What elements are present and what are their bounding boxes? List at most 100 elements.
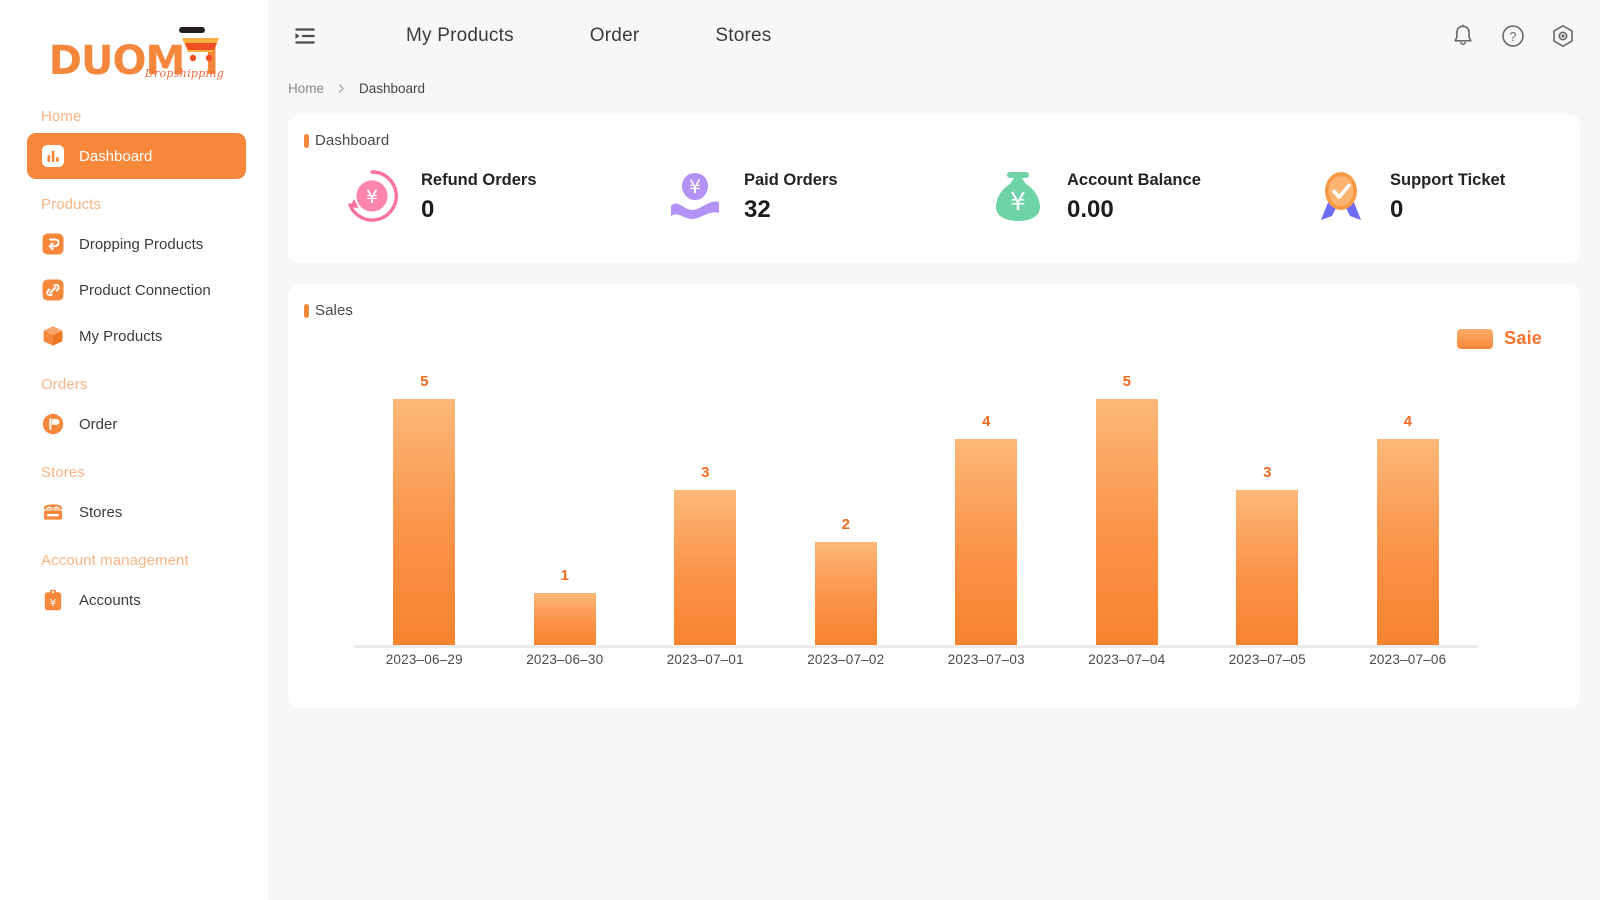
bar-slot[interactable]: 5 [1057, 373, 1198, 645]
stat-value: 0 [421, 198, 537, 222]
card-title-text: Dashboard [315, 132, 389, 149]
card-title-text: Sales [315, 302, 353, 319]
top-bar-icons: ? [1450, 23, 1576, 49]
stat-paid-orders[interactable]: ¥ Paid Orders 32 [611, 166, 934, 226]
bar[interactable] [534, 593, 596, 645]
shopping-cart-icon [177, 25, 223, 65]
x-axis-line [354, 645, 1478, 648]
sidebar-item-accounts[interactable]: ¥ Accounts [27, 577, 246, 623]
flag-circle-icon [41, 412, 65, 436]
bar[interactable] [674, 490, 736, 645]
award-check-icon [1311, 166, 1371, 226]
sidebar-item-product-connection[interactable]: Product Connection [27, 267, 246, 313]
stat-label: Paid Orders [744, 171, 838, 190]
bar[interactable] [393, 399, 455, 645]
hand-yen-coin-icon: ¥ [665, 166, 725, 226]
bar-value-label: 3 [1263, 464, 1271, 481]
dropship-arrow-icon [41, 232, 65, 256]
bar-chart-icon [41, 144, 65, 168]
sidebar-item-label: Order [79, 417, 117, 432]
bar-slot[interactable]: 2 [776, 373, 917, 645]
bar-chart-plot: 51324534 2023–06–292023–06–302023–07–012… [354, 344, 1478, 674]
bar-slot[interactable]: 3 [1197, 373, 1338, 645]
x-axis-label: 2023–07–04 [1057, 652, 1198, 674]
sidebar-item-order[interactable]: Order [27, 401, 246, 447]
bar-slot[interactable]: 3 [635, 373, 776, 645]
stat-value: 0 [1390, 198, 1505, 222]
sidebar-section-orders: Orders [0, 376, 268, 393]
bar-slot[interactable]: 5 [354, 373, 495, 645]
bar-value-label: 4 [982, 413, 990, 430]
bell-icon[interactable] [1450, 23, 1476, 49]
x-axis-label: 2023–07–01 [635, 652, 776, 674]
top-nav-item-my-products[interactable]: My Products [368, 25, 552, 47]
stat-label: Account Balance [1067, 171, 1201, 190]
brand-logo[interactable]: DUOM I Dropshipping [0, 14, 268, 92]
stat-refund-orders[interactable]: ¥ Refund Orders 0 [288, 166, 611, 226]
stat-account-balance[interactable]: ¥ Account Balance 0.00 [934, 166, 1257, 226]
x-axis-labels: 2023–06–292023–06–302023–07–012023–07–02… [354, 652, 1478, 674]
card-title: Sales [288, 284, 1580, 319]
top-nav: My Products Order Stores [368, 25, 810, 47]
bar[interactable] [955, 439, 1017, 645]
main-area: My Products Order Stores ? [268, 0, 1600, 900]
x-axis-label: 2023–07–06 [1338, 652, 1479, 674]
chain-link-icon [41, 278, 65, 302]
sidebar-item-dashboard[interactable]: Dashboard [27, 133, 246, 179]
bar[interactable] [1377, 439, 1439, 645]
sidebar-item-dropping-products[interactable]: Dropping Products [27, 221, 246, 267]
svg-text:¥: ¥ [689, 176, 701, 198]
breadcrumb-home[interactable]: Home [288, 81, 324, 96]
x-axis-label: 2023–06–30 [495, 652, 636, 674]
sidebar-nav: Home Dashboard Products [0, 92, 268, 623]
bar-value-label: 5 [1123, 373, 1131, 390]
stat-label: Support Ticket [1390, 171, 1505, 190]
bar[interactable] [815, 542, 877, 645]
bar-slot[interactable]: 4 [916, 373, 1057, 645]
dashboard-stats-card: Dashboard ¥ Refund [288, 114, 1580, 263]
card-title: Dashboard [288, 114, 1580, 149]
sidebar: DUOM I Dropshipping Home [0, 0, 268, 900]
sidebar-item-label: Dropping Products [79, 237, 203, 252]
bar[interactable] [1096, 399, 1158, 645]
breadcrumb-current: Dashboard [359, 81, 425, 96]
sidebar-item-label: Accounts [79, 593, 141, 608]
breadcrumb: Home Dashboard [268, 72, 1600, 104]
stat-value: 0.00 [1067, 198, 1201, 222]
chevron-right-icon [335, 82, 348, 95]
stat-text: Refund Orders 0 [421, 171, 537, 222]
sidebar-section-home: Home [0, 108, 268, 125]
stats-row: ¥ Refund Orders 0 ¥ [288, 149, 1580, 226]
logo-tagline: Dropshipping [145, 67, 224, 80]
bar-value-label: 3 [701, 464, 709, 481]
title-accent-bar [304, 134, 309, 148]
svg-text:¥: ¥ [366, 186, 378, 208]
help-circle-icon[interactable]: ? [1500, 23, 1526, 49]
sidebar-section-account-management: Account management [0, 552, 268, 569]
top-bar: My Products Order Stores ? [268, 0, 1600, 72]
bar-series: 5 1 3 2 4 5 3 4 [354, 373, 1478, 645]
sidebar-item-label: Dashboard [79, 149, 152, 164]
sales-chart-card: Sales Saie 5 1 3 2 4 5 3 4 2023–06–292023–06–30… [288, 284, 1580, 708]
bar-value-label: 1 [561, 567, 569, 584]
stat-text: Paid Orders 32 [744, 171, 838, 222]
sidebar-item-my-products[interactable]: My Products [27, 313, 246, 359]
bar-slot[interactable]: 1 [495, 373, 636, 645]
bar-value-label: 5 [420, 373, 428, 390]
bar[interactable] [1236, 490, 1298, 645]
top-nav-item-order[interactable]: Order [552, 25, 678, 47]
x-axis-label: 2023–06–29 [354, 652, 495, 674]
bar-slot[interactable]: 4 [1338, 373, 1479, 645]
sidebar-section-stores: Stores [0, 464, 268, 481]
collapse-sidebar-icon[interactable] [288, 19, 322, 53]
svg-text:¥: ¥ [1010, 187, 1026, 216]
x-axis-label: 2023–07–03 [916, 652, 1057, 674]
sidebar-item-stores[interactable]: Stores [27, 489, 246, 535]
settings-gear-icon[interactable] [1550, 23, 1576, 49]
stat-support-ticket[interactable]: Support Ticket 0 [1257, 166, 1580, 226]
top-nav-item-stores[interactable]: Stores [677, 25, 809, 47]
stat-label: Refund Orders [421, 171, 537, 190]
sidebar-item-label: My Products [79, 329, 162, 344]
bar-value-label: 4 [1404, 413, 1412, 430]
legend-label: Saie [1504, 328, 1542, 349]
